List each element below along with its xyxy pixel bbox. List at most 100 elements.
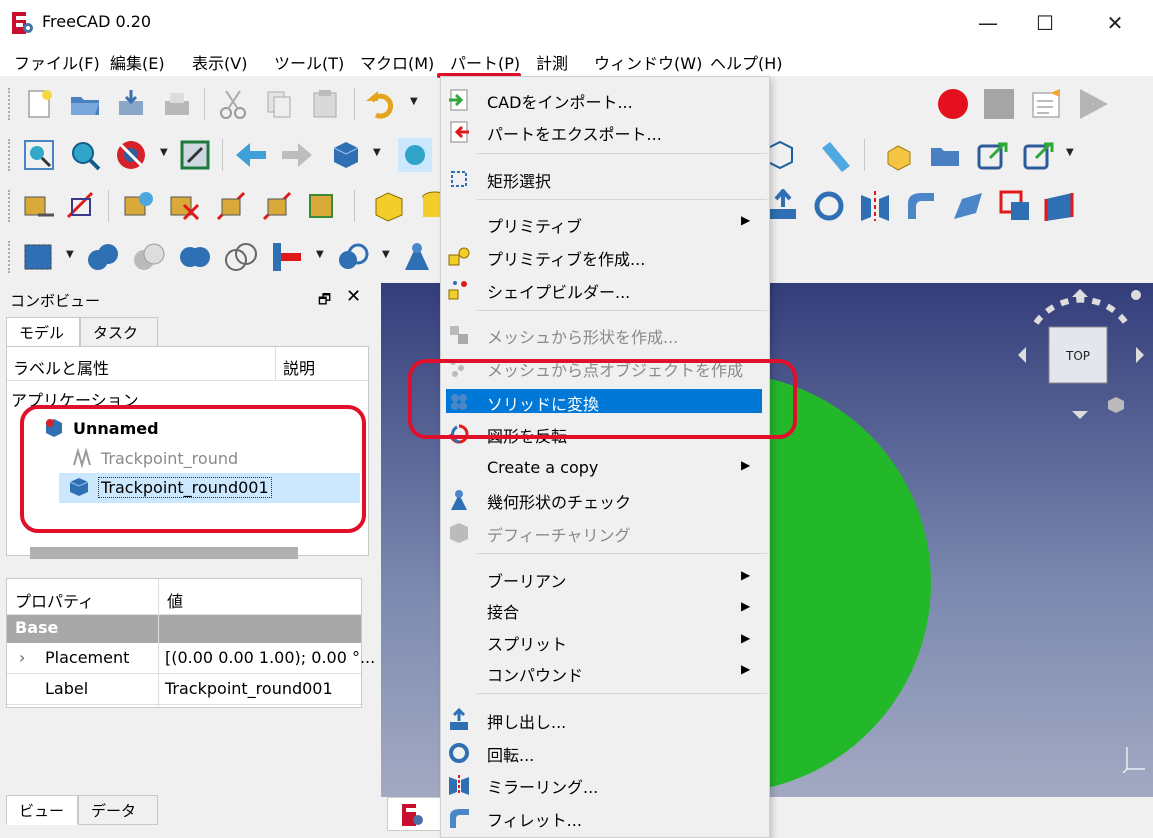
property-group-base[interactable]: Base <box>7 615 361 643</box>
menu-tools[interactable]: ツール(T) <box>274 50 344 74</box>
menu-item-split[interactable]: スプリット ▶ <box>441 625 769 657</box>
back-arrow-icon[interactable] <box>234 138 268 172</box>
menu-window[interactable]: ウィンドウ(W) <box>594 50 702 74</box>
menu-item-extrude[interactable]: 押し出し... <box>441 703 769 735</box>
toolbar-grip[interactable] <box>8 241 12 273</box>
paste-icon[interactable] <box>308 87 342 121</box>
minimize-button[interactable]: — <box>959 0 1017 46</box>
save-as-icon[interactable] <box>160 87 194 121</box>
menu-item-create-primitives[interactable]: プリミティブを作成... <box>441 240 769 272</box>
fit-selection-icon[interactable] <box>68 138 102 172</box>
maximize-button[interactable]: ☐ <box>1016 0 1074 46</box>
fit-all-icon[interactable] <box>22 138 56 172</box>
property-value[interactable]: [(0.00 0.00 1.00); 0.00 °... <box>165 648 375 667</box>
menu-macro[interactable]: マクロ(M) <box>360 50 434 74</box>
menu-file[interactable]: ファイル(F) <box>14 50 100 74</box>
split-dropdown-icon[interactable]: ▼ <box>382 249 392 260</box>
std-views-icon[interactable] <box>328 138 362 172</box>
document-tab[interactable] <box>387 797 447 831</box>
forward-arrow-icon[interactable] <box>280 138 314 172</box>
property-col-name[interactable]: プロパティ <box>15 588 94 612</box>
link-dropdown-icon[interactable]: ▼ <box>1066 147 1076 158</box>
split-icon[interactable] <box>336 240 370 274</box>
close-panel-icon[interactable]: ✕ <box>346 286 361 307</box>
join-features-icon[interactable] <box>270 240 304 274</box>
join-dropdown-icon[interactable]: ▼ <box>316 249 326 260</box>
menu-item-shape-from-mesh[interactable]: メッシュから形状を作成... <box>441 318 769 350</box>
menu-item-revolve[interactable]: 回転... <box>441 736 769 768</box>
sync-view-icon[interactable] <box>398 138 432 172</box>
measure-clear-icon[interactable] <box>168 189 202 223</box>
check-geometry-toolbar-icon[interactable] <box>400 240 434 274</box>
toolbar-grip[interactable] <box>8 190 12 222</box>
std-views-dropdown-icon[interactable]: ▼ <box>373 147 383 158</box>
copy-icon[interactable] <box>262 87 296 121</box>
cut-shape-icon[interactable] <box>132 240 166 274</box>
close-button[interactable]: ✕ <box>1086 0 1144 46</box>
menu-item-box-select[interactable]: 矩形選択 <box>441 162 769 194</box>
draw-style-icon[interactable] <box>114 138 148 172</box>
tree-col-label[interactable]: ラベルと属性 <box>13 355 109 379</box>
tree-horizontal-scrollbar[interactable] <box>30 547 298 559</box>
property-value[interactable]: Trackpoint_round001 <box>165 679 333 698</box>
create-group-icon[interactable] <box>928 138 962 172</box>
menu-item-import-cad[interactable]: CADをインポート... <box>441 83 769 115</box>
menu-measure[interactable]: 計測 <box>536 50 568 74</box>
property-row-placement[interactable]: › Placement [(0.00 0.00 1.00); 0.00 °... <box>7 643 375 674</box>
create-part-icon[interactable] <box>882 138 916 172</box>
menu-item-check-geometry[interactable]: 幾何形状のチェック <box>441 483 769 515</box>
new-document-icon[interactable] <box>22 87 56 121</box>
menu-edit[interactable]: 編集(E) <box>110 50 165 74</box>
menu-item-defeaturing[interactable]: デフィーチャリング <box>441 516 769 548</box>
cut-icon[interactable] <box>216 87 250 121</box>
draw-style-dropdown-icon[interactable]: ▼ <box>160 147 170 158</box>
link-actions-icon[interactable] <box>1022 138 1056 172</box>
menu-item-compound[interactable]: コンパウンド ▶ <box>441 656 769 688</box>
measure-linear-icon[interactable] <box>22 189 56 223</box>
part-extrude-icon[interactable] <box>766 189 800 223</box>
tab-view[interactable]: ビュー <box>6 795 78 825</box>
property-row-label[interactable]: Label Trackpoint_round001 <box>7 674 361 705</box>
undo-dropdown-icon[interactable]: ▼ <box>410 96 420 107</box>
measure-angular-icon[interactable] <box>64 189 98 223</box>
undo-icon[interactable] <box>364 87 398 121</box>
expand-chevron-icon[interactable]: › <box>19 648 25 667</box>
tab-data[interactable]: データ <box>78 795 158 825</box>
menu-part[interactable]: パート(P) <box>450 50 520 74</box>
menu-view[interactable]: 表示(V) <box>192 50 247 74</box>
fuse-icon[interactable] <box>178 240 212 274</box>
part-mirror-icon[interactable] <box>858 189 892 223</box>
property-col-value[interactable]: 値 <box>167 588 183 612</box>
save-icon[interactable] <box>114 87 148 121</box>
part-chamfer-icon[interactable] <box>950 189 984 223</box>
part-revolve-icon[interactable] <box>812 189 846 223</box>
tree-col-description[interactable]: 説明 <box>283 355 315 379</box>
measure-toggle-all-icon[interactable] <box>214 189 248 223</box>
float-panel-icon[interactable]: 🗗 <box>318 289 331 313</box>
menu-item-create-copy[interactable]: Create a copy ▶ <box>441 452 769 484</box>
part-fillet-icon[interactable] <box>904 189 938 223</box>
open-folder-icon[interactable] <box>68 87 102 121</box>
edit-macro-icon[interactable] <box>1030 87 1064 121</box>
common-icon[interactable] <box>224 240 258 274</box>
menu-item-fillet[interactable]: フィレット... <box>441 801 769 833</box>
compound-dropdown-icon[interactable]: ▼ <box>66 249 76 260</box>
part-ruled-surface-icon[interactable] <box>1042 189 1076 223</box>
menu-help[interactable]: ヘルプ(H) <box>710 50 783 74</box>
boolean-icon[interactable] <box>86 240 120 274</box>
menu-item-primitives[interactable]: プリミティブ ▶ <box>441 207 769 239</box>
toolbar-grip[interactable] <box>8 88 12 120</box>
part-make-face-icon[interactable] <box>998 189 1032 223</box>
tab-task[interactable]: タスク <box>80 317 158 347</box>
measure-toggle-3d-icon[interactable] <box>260 189 294 223</box>
menu-item-boolean[interactable]: ブーリアン ▶ <box>441 562 769 594</box>
toolbar-grip[interactable] <box>8 139 12 171</box>
menu-item-join[interactable]: 接合 ▶ <box>441 593 769 625</box>
compound-tools-icon[interactable] <box>22 240 56 274</box>
part-box-icon[interactable] <box>372 189 406 223</box>
record-macro-icon[interactable] <box>936 87 970 121</box>
menu-item-export-part[interactable]: パートをエクスポート... <box>441 115 769 147</box>
measure-toggle-delta-icon[interactable] <box>306 189 340 223</box>
measure-ruler-icon[interactable] <box>818 138 852 172</box>
stop-macro-icon[interactable] <box>982 87 1016 121</box>
